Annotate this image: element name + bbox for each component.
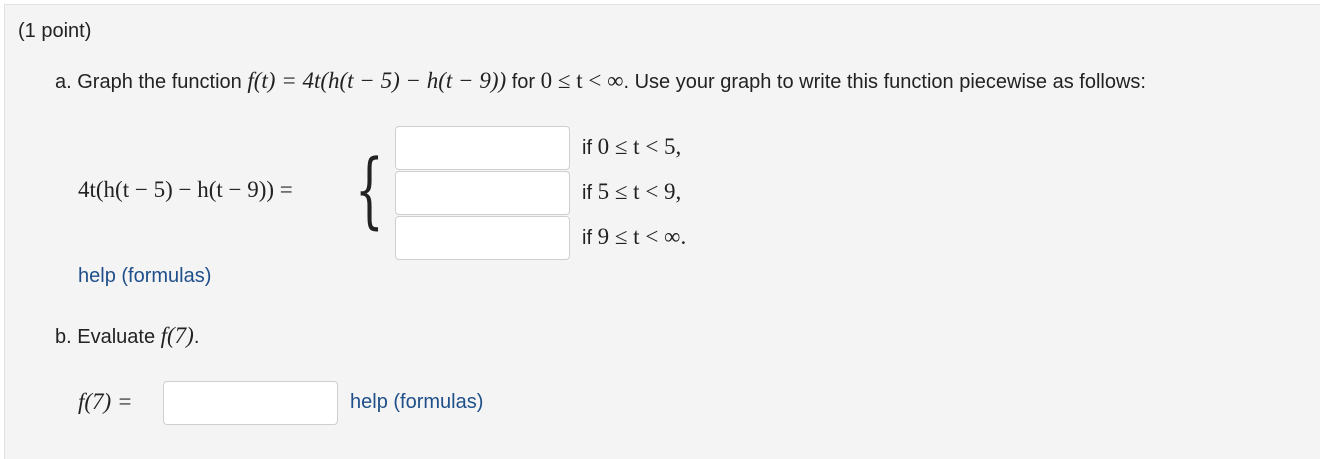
part-b-instructions: b. Evaluate f(7). xyxy=(55,323,199,349)
piece-3-if: if xyxy=(582,227,598,249)
piece-2-condition: if 5 ≤ t < 9, xyxy=(582,179,681,205)
piece-1-if: if xyxy=(582,137,598,159)
piece-2-input[interactable] xyxy=(395,171,570,215)
part-a-for: for xyxy=(506,71,541,93)
piece-2-range: 5 ≤ t < 9, xyxy=(597,179,682,204)
part-a-instructions: a. Graph the function f(t) = 4t(h(t − 5)… xyxy=(55,68,1146,94)
part-b-prefix: b. Evaluate xyxy=(55,326,161,348)
part-b-expr: f(7) xyxy=(160,323,194,348)
help-formulas-link-b[interactable]: help (formulas) xyxy=(350,391,483,414)
piece-2-if: if xyxy=(582,182,598,204)
part-b-lhs: f(7) = xyxy=(78,389,133,414)
part-b-period: . xyxy=(193,326,200,348)
piece-1-range: 0 ≤ t < 5, xyxy=(597,134,682,159)
piecewise-lhs: 4t(h(t − 5) − h(t − 9)) = xyxy=(78,177,293,202)
f7-answer-input[interactable] xyxy=(163,381,338,425)
piece-3-range: 9 ≤ t < ∞. xyxy=(597,224,687,249)
piece-1-condition: if 0 ≤ t < 5, xyxy=(582,134,681,160)
piece-1-input[interactable] xyxy=(395,126,570,170)
piece-3-condition: if 9 ≤ t < ∞. xyxy=(582,224,686,250)
part-a-domain: 0 ≤ t < ∞ xyxy=(540,68,624,93)
part-a-prefix: a. Graph the function xyxy=(55,71,248,93)
part-a-suffix: . Use your graph to write this function … xyxy=(623,71,1146,93)
piece-3-input[interactable] xyxy=(395,216,570,260)
points-label: (1 point) xyxy=(18,20,92,42)
piecewise-brace: { xyxy=(355,143,384,238)
part-a-function-expr: f(t) = 4t(h(t − 5) − h(t − 9)) xyxy=(247,68,507,93)
help-formulas-link-a[interactable]: help (formulas) xyxy=(78,265,211,288)
